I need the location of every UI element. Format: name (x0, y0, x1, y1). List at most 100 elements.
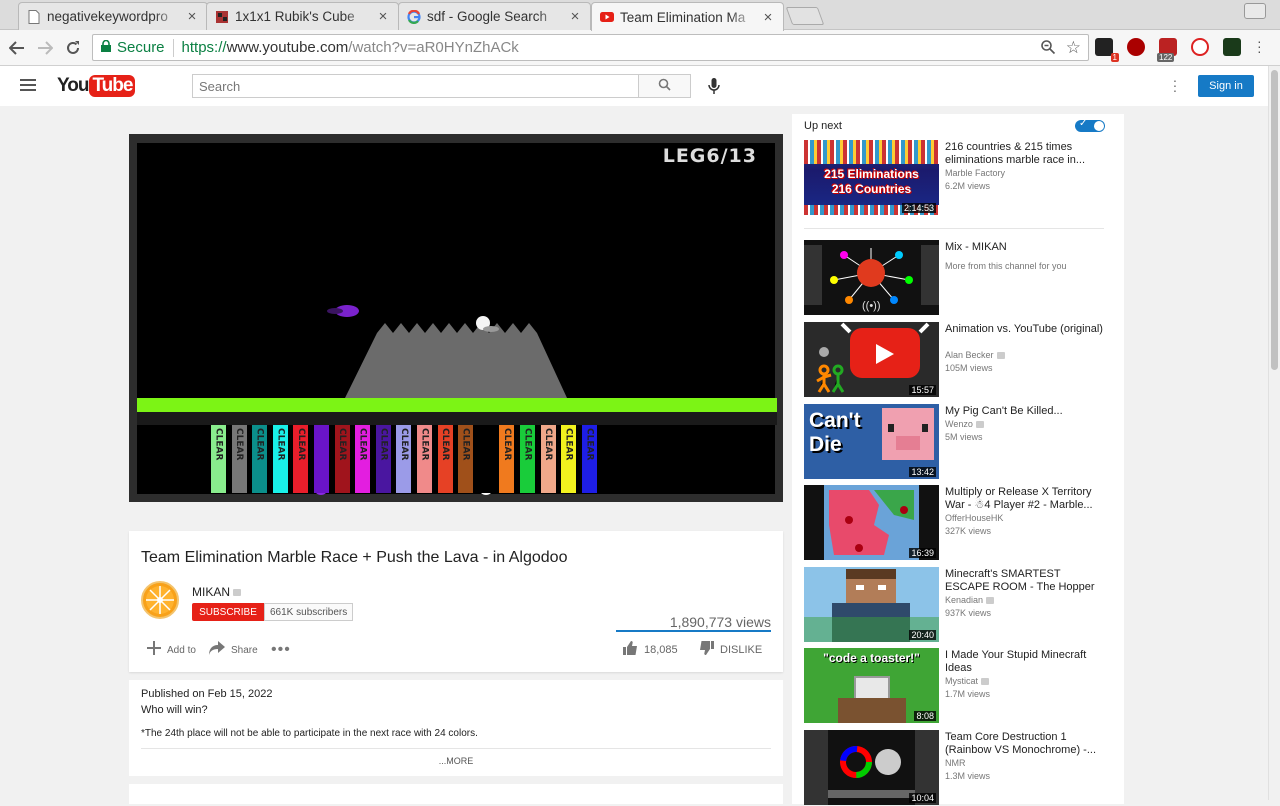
extension-icon[interactable] (1191, 38, 1209, 56)
close-icon[interactable]: × (376, 8, 390, 25)
tab-title: sdf - Google Search (427, 9, 548, 24)
recommended-video[interactable]: 20:40 Minecraft's SMARTEST ESCAPE ROOM -… (804, 567, 1114, 643)
publish-date: Published on Feb 15, 2022 (141, 688, 273, 700)
video-scene (327, 305, 567, 398)
video-player[interactable]: LEG6/13 CLEAR CLEAR CLEAR CLEAR CLEAR CLEAR CL… (129, 134, 783, 502)
recommended-video[interactable]: "code a toaster!" 8:08 I Made Your Stupi… (804, 648, 1114, 724)
hamburger-menu-icon[interactable] (20, 79, 36, 91)
plus-icon (147, 641, 161, 659)
search-input[interactable]: Search (192, 74, 639, 98)
tab-rubiks-cube[interactable]: 1x1x1 Rubik's Cube × (206, 2, 399, 30)
video-thumbnail[interactable]: 215 Eliminations 216 Countries 2:14:53 (804, 140, 939, 215)
tab-google-search[interactable]: sdf - Google Search × (398, 2, 591, 30)
video-title[interactable]: Mix - MIKAN (945, 241, 1105, 254)
video-title[interactable]: Minecraft's SMARTEST ESCAPE ROOM - The H… (945, 568, 1105, 594)
recommended-mix[interactable]: ((•)) Mix - MIKAN More from this channel… (804, 240, 1114, 316)
show-more-button[interactable]: ...MORE (129, 756, 783, 766)
video-thumbnail[interactable]: ((•)) (804, 240, 939, 315)
verified-icon (996, 352, 1005, 360)
recommended-video[interactable]: 16:39 Multiply or Release X Territory Wa… (804, 485, 1114, 561)
channel-name: Marble Factory (945, 168, 1006, 178)
subscribe-button[interactable]: SUBSCRIBE (192, 603, 264, 621)
reload-icon[interactable] (62, 37, 84, 59)
browser-toolbar: Secure https://www.youtube.com/watch?v=a… (0, 30, 1280, 66)
channel-name: NMR (945, 758, 966, 768)
video-title[interactable]: My Pig Can't Be Killed... (945, 405, 1105, 418)
new-tab-button[interactable] (785, 7, 825, 25)
video-title[interactable]: Multiply or Release X Territory War - ☃︎… (945, 486, 1105, 512)
close-icon[interactable]: × (761, 9, 775, 26)
close-icon[interactable]: × (185, 8, 199, 25)
color-tube: CLEAR (561, 425, 577, 493)
verified-icon (975, 421, 984, 429)
page-scrollbar[interactable] (1268, 66, 1280, 800)
back-icon[interactable] (6, 37, 28, 59)
tab-title: 1x1x1 Rubik's Cube (235, 9, 355, 24)
scrollbar-thumb[interactable] (1271, 70, 1278, 370)
chrome-menu-icon[interactable]: · · · (1257, 34, 1262, 58)
thumbs-up-icon (623, 641, 638, 659)
color-tube: CLEAR (417, 425, 432, 493)
recommended-video[interactable]: Can't Die 13:42 My Pig Can't Be Killed..… (804, 404, 1114, 480)
bookmark-star-icon[interactable]: ☆ (1066, 38, 1081, 58)
video-thumbnail[interactable]: 16:39 (804, 485, 939, 560)
recommended-video[interactable]: 215 Eliminations 216 Countries 2:14:53 2… (804, 140, 1114, 216)
comments-card (129, 784, 783, 804)
view-count: 1.7M views (945, 689, 991, 699)
like-button[interactable]: 18,085 (623, 641, 678, 659)
description-card: Published on Feb 15, 2022 Who will win? … (129, 680, 783, 776)
recommended-video[interactable]: 15:57 Animation vs. YouTube (original) A… (804, 322, 1114, 398)
channel-avatar[interactable] (141, 581, 179, 619)
extension-icon[interactable]: 122 (1157, 38, 1177, 62)
search-button[interactable] (639, 74, 691, 98)
color-tube: CLEAR (520, 425, 535, 493)
sign-in-button[interactable]: Sign in (1198, 75, 1254, 97)
youtube-logo[interactable]: You Tube (57, 74, 136, 98)
verified-icon (986, 597, 995, 605)
share-button[interactable]: Share (209, 641, 258, 659)
video-duration: 2:14:53 (901, 203, 936, 213)
view-count: 937K views (945, 608, 992, 618)
extension-icon[interactable] (1223, 38, 1241, 56)
autoplay-toggle[interactable]: ✓ (1075, 118, 1105, 132)
video-title[interactable]: I Made Your Stupid Minecraft Ideas (945, 649, 1105, 675)
video-thumbnail[interactable]: 20:40 (804, 567, 939, 642)
close-icon[interactable]: × (568, 8, 582, 25)
video-thumbnail[interactable]: 15:57 (804, 322, 939, 397)
video-title[interactable]: Animation vs. YouTube (original) (945, 323, 1105, 336)
video-title[interactable]: Team Core Destruction 1 (Rainbow VS Mono… (945, 731, 1105, 757)
video-title[interactable]: 216 countries & 215 times eliminations m… (945, 141, 1105, 167)
channel-name: OfferHouseHK (945, 513, 1004, 523)
user-profile-icon[interactable] (1244, 3, 1266, 19)
color-tube: CLEAR (355, 425, 371, 493)
url-text[interactable]: https://www.youtube.com/watch?v=aR0HYnZh… (182, 39, 519, 56)
zoom-icon[interactable] (1040, 39, 1056, 59)
microphone-icon[interactable] (708, 78, 720, 94)
tab-negativekeyword[interactable]: negativekeywordpro × (18, 2, 208, 30)
video-duration: 13:42 (909, 467, 936, 477)
address-bar[interactable]: Secure https://www.youtube.com/watch?v=a… (92, 34, 1089, 61)
video-thumbnail[interactable]: 10:04 (804, 730, 939, 805)
video-duration: 8:08 (914, 711, 936, 721)
check-icon: ✓ (1079, 118, 1088, 129)
dislike-button[interactable]: DISLIKE (699, 641, 762, 659)
forward-icon[interactable] (34, 37, 56, 59)
divider (141, 748, 771, 749)
extension-icon[interactable]: 1 (1095, 38, 1119, 62)
more-options-icon[interactable]: · · · (1170, 73, 1180, 97)
search-icon (658, 78, 671, 94)
channel-name: Mysticat (945, 676, 990, 686)
channel-name[interactable]: MIKAN (192, 585, 242, 599)
add-to-button[interactable]: Add to (147, 641, 196, 659)
channel-name: Alan Becker (945, 350, 1005, 360)
recommended-video[interactable]: 10:04 Team Core Destruction 1 (Rainbow V… (804, 730, 1114, 806)
more-actions-icon[interactable]: ••• (271, 641, 291, 659)
tab-team-elimination[interactable]: Team Elimination Ma × (591, 2, 784, 31)
video-thumbnail[interactable]: "code a toaster!" 8:08 (804, 648, 939, 723)
color-tube: CLEAR (231, 425, 247, 493)
description-line: *The 24th place will not be able to part… (141, 728, 478, 739)
video-duration: 20:40 (909, 630, 936, 640)
extension-icon[interactable] (1127, 38, 1145, 56)
color-tube: CLEAR (458, 425, 474, 493)
video-thumbnail[interactable]: Can't Die 13:42 (804, 404, 939, 479)
